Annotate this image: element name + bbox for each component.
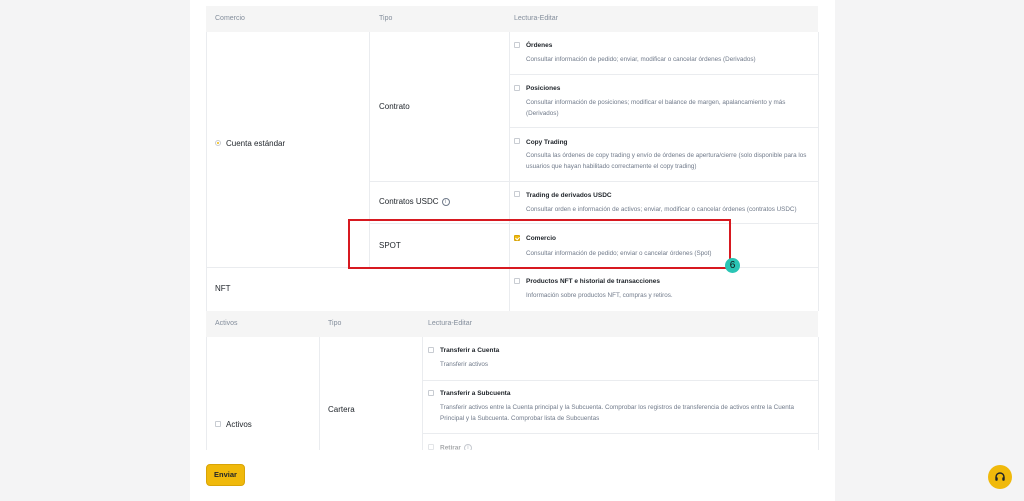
table1-header: Comercio Tipo Lectura-Editar <box>206 6 818 32</box>
activos-label: Activos <box>226 420 252 429</box>
transferir-subcuenta-checkbox[interactable] <box>428 390 434 396</box>
account-label: Cuenta estándar <box>226 139 286 148</box>
nft-checkbox[interactable] <box>514 278 520 284</box>
nft-title: Productos NFT e historial de transaccion… <box>526 278 661 285</box>
usdc-trading-checkbox[interactable] <box>514 191 520 197</box>
table2-header: Activos Tipo Lectura-Editar <box>206 311 818 337</box>
account-radio[interactable] <box>215 140 221 146</box>
highlight-box <box>348 219 731 269</box>
headset-icon <box>995 472 1005 481</box>
transferir-subcuenta-desc: Transferir activos entre la Cuenta princ… <box>440 404 794 422</box>
header-activos: Activos <box>215 320 238 327</box>
activos-checkbox[interactable] <box>215 421 221 427</box>
posiciones-title: Posiciones <box>526 85 561 92</box>
info-icon[interactable]: i <box>441 197 450 206</box>
transferir-cuenta-checkbox[interactable] <box>428 347 434 353</box>
divider <box>319 337 320 451</box>
copy-trading-checkbox[interactable] <box>514 138 520 144</box>
divider <box>423 433 818 434</box>
divider <box>423 380 818 381</box>
support-button[interactable] <box>988 465 1012 489</box>
type-cartera: Cartera <box>328 405 355 414</box>
divider <box>206 32 207 311</box>
step-badge: 6 <box>725 258 740 273</box>
usdc-trading-desc: Consultar orden e información de activos… <box>526 206 797 213</box>
ordenes-checkbox[interactable] <box>514 42 520 48</box>
ordenes-title: Órdenes <box>526 42 553 49</box>
header-tipo: Tipo <box>379 15 393 22</box>
transferir-cuenta-desc: Transferir activos <box>440 361 489 368</box>
ordenes-desc: Consultar información de pedido; enviar,… <box>526 56 756 63</box>
type-nft: NFT <box>215 284 231 293</box>
header-lectura-editar: Lectura-Editar <box>428 320 472 327</box>
type-contrato: Contrato <box>379 102 410 111</box>
copy-trading-desc: Consulta las órdenes de copy trading y e… <box>526 152 807 170</box>
transferir-cuenta-title: Transferir a Cuenta <box>440 347 500 354</box>
scroll-fade <box>190 450 835 501</box>
divider <box>510 74 818 75</box>
posiciones-checkbox[interactable] <box>514 85 520 91</box>
copy-trading-title: Copy Trading <box>526 139 568 146</box>
posiciones-desc: Consultar información de posiciones; mod… <box>526 99 786 117</box>
divider <box>370 181 818 182</box>
submit-button[interactable]: Enviar <box>206 464 245 486</box>
header-comercio: Comercio <box>215 15 245 22</box>
divider <box>818 337 819 451</box>
divider <box>510 127 818 128</box>
divider <box>818 32 819 311</box>
header-tipo: Tipo <box>328 320 342 327</box>
type-contratos-usdc: Contratos USDC i <box>379 197 450 206</box>
nft-desc: Información sobre productos NFT, compras… <box>526 292 673 299</box>
divider <box>206 337 207 451</box>
usdc-trading-title: Trading de derivados USDC <box>526 192 612 199</box>
header-lectura-editar: Lectura-Editar <box>514 15 558 22</box>
transferir-subcuenta-title: Transferir a Subcuenta <box>440 390 511 397</box>
